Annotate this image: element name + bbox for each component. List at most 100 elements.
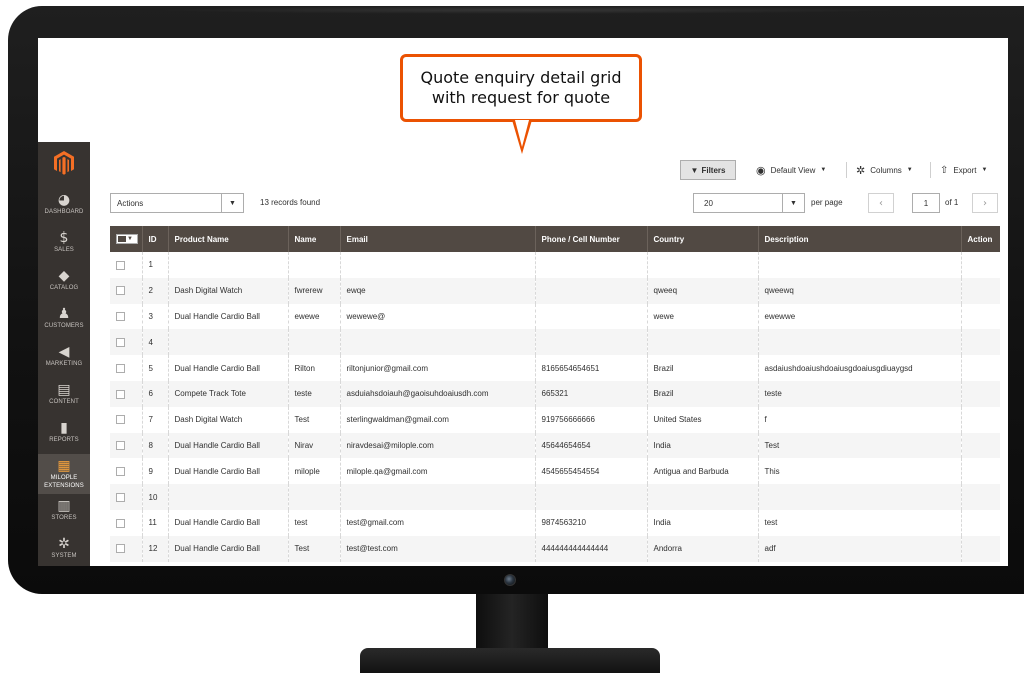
sidebar-item-content[interactable]: ▤ CONTENT [38,382,90,420]
cell-id: 4 [142,329,169,356]
per-page-label: per page [811,198,843,207]
row-select-cell [110,458,143,485]
records-found: 13 records found [260,198,321,207]
table-row[interactable]: 12 Dual Handle Cardio Ball Test test@test.c… [110,535,1000,562]
page-number-input[interactable]: 1 [912,193,940,213]
cell-action [961,252,1000,278]
sidebar-item-customers[interactable]: ♟ CUSTOMERS [38,306,90,344]
sidebar-item-reports[interactable]: ▮ REPORTS [38,420,90,458]
row-checkbox[interactable] [116,363,125,373]
cell-email: wewewe@ [340,303,536,330]
cell-product-name: Dual Handle Cardio Ball [168,355,289,381]
chevron-down-icon: ▼ [221,194,243,212]
column-header-email[interactable]: Email [340,226,536,252]
cell-country [647,484,759,510]
cell-name: Nirav [288,432,341,459]
sidebar-item-sales[interactable]: $ SALES [38,230,90,268]
table-row[interactable]: 7 Dash Digital Watch Test sterlingwaldman@g… [110,406,1000,433]
row-select-cell [110,406,143,433]
cell-phone: 4545655454554 [535,458,648,485]
table-row[interactable]: 1 [110,252,1000,278]
row-checkbox[interactable] [116,286,125,296]
default-view-button[interactable]: ◉ Default View ▼ [756,160,826,180]
current-page-value: 1 [923,198,929,208]
row-checkbox[interactable] [116,518,125,528]
mass-select-checkbox[interactable]: ▼ [116,234,138,244]
cell-product-name: Dual Handle Cardio Ball [168,458,289,485]
cell-id: 10 [142,484,169,510]
chevron-left-icon: ‹ [879,197,883,209]
row-checkbox[interactable] [116,544,125,554]
row-checkbox[interactable] [116,441,125,451]
chevron-down-icon: ▼ [981,167,988,173]
cell-action [961,535,1000,562]
sidebar-item-stores[interactable]: ▥ STORES [38,498,90,536]
next-page-button[interactable]: › [972,193,998,213]
table-row[interactable]: 4 [110,329,1000,356]
column-header-id[interactable]: ID [142,226,169,252]
prev-page-button[interactable]: ‹ [868,193,894,213]
per-page-select[interactable]: 20 ▼ [693,193,805,213]
row-checkbox[interactable] [116,389,125,399]
row-checkbox[interactable] [116,466,125,476]
cell-country: Brazil [647,355,759,381]
callout-pointer-inner [515,120,529,147]
table-row[interactable]: 8 Dual Handle Cardio Ball Nirav niravdesai@… [110,432,1000,459]
table-row[interactable]: 2 Dash Digital Watch fwrerew ewqe qweeq qweew… [110,277,1000,304]
cell-phone [535,277,648,304]
table-row[interactable]: 6 Compete Track Tote teste asduiahsdoiauh@g… [110,380,1000,407]
magento-logo-icon[interactable] [52,150,76,176]
cell-country: Brazil [647,380,759,407]
row-checkbox[interactable] [116,260,125,270]
cell-description: ewewwe [758,303,962,330]
cell-id: 5 [142,355,169,381]
cell-action [961,380,1000,407]
column-header-name[interactable]: Name [288,226,341,252]
column-header-product-name[interactable]: Product Name [168,226,289,252]
table-row[interactable]: 11 Dual Handle Cardio Ball test test@gmail.… [110,509,1000,536]
row-checkbox[interactable] [116,415,125,425]
row-select-cell [110,432,143,459]
filter-icon: ▼ [690,165,699,175]
filters-button[interactable]: ▼ Filters [680,160,736,180]
column-header-country[interactable]: Country [647,226,759,252]
sidebar-item-label: CUSTOMERS [44,323,84,329]
sidebar-item-label: CONTENT [49,399,79,405]
row-select-cell [110,535,143,562]
sidebar-item-catalog[interactable]: ◆ CATALOG [38,268,90,306]
column-header-description[interactable]: Description [758,226,962,252]
sidebar-item-milople-extensions[interactable]: ▦ MILOPLE EXTENSIONS [38,454,90,494]
screen: Quote enquiry detail grid with request f… [38,38,1008,566]
actions-select[interactable]: Actions ▼ [110,193,244,213]
cell-country: India [647,509,759,536]
sidebar-item-dashboard[interactable]: ◕ DASHBOARD [38,192,90,230]
row-checkbox[interactable] [116,337,125,347]
cell-name: test [288,509,341,536]
gear-icon: ✲ [58,536,70,552]
cell-name [288,329,341,356]
grid-header-row: ▼ ID Product Name Name Email Phone / Cel… [110,226,1000,252]
export-label: Export [953,165,977,175]
cell-email: riltonjunior@gmail.com [340,355,536,381]
export-button[interactable]: ⇧ Export ▼ [940,160,987,180]
columns-button[interactable]: ✲ Columns ▼ [856,160,913,180]
mass-select-header[interactable]: ▼ [110,226,143,252]
row-select-cell [110,329,143,356]
cell-name [288,484,341,510]
person-icon: ♟ [57,306,71,322]
cell-description: test [758,509,962,536]
row-checkbox[interactable] [116,312,125,322]
table-row[interactable]: 9 Dual Handle Cardio Ball milople milople.q… [110,458,1000,485]
column-header-phone[interactable]: Phone / Cell Number [535,226,648,252]
table-row[interactable]: 5 Dual Handle Cardio Ball Rilton riltonjuni… [110,355,1000,381]
cell-name: Rilton [288,355,341,381]
row-checkbox[interactable] [116,492,125,502]
sidebar-item-system[interactable]: ✲ SYSTEM [38,536,90,566]
table-row[interactable]: 10 [110,484,1000,510]
sidebar-item-marketing[interactable]: ◀ MARKETING [38,344,90,382]
cell-email: milople.qa@gmail.com [340,458,536,485]
cube-icon: ◆ [58,268,70,284]
table-row[interactable]: 3 Dual Handle Cardio Ball ewewe wewewe@ wewe… [110,303,1000,330]
sidebar-item-label-2: EXTENSIONS [44,483,84,489]
cell-name: milople [288,458,341,485]
